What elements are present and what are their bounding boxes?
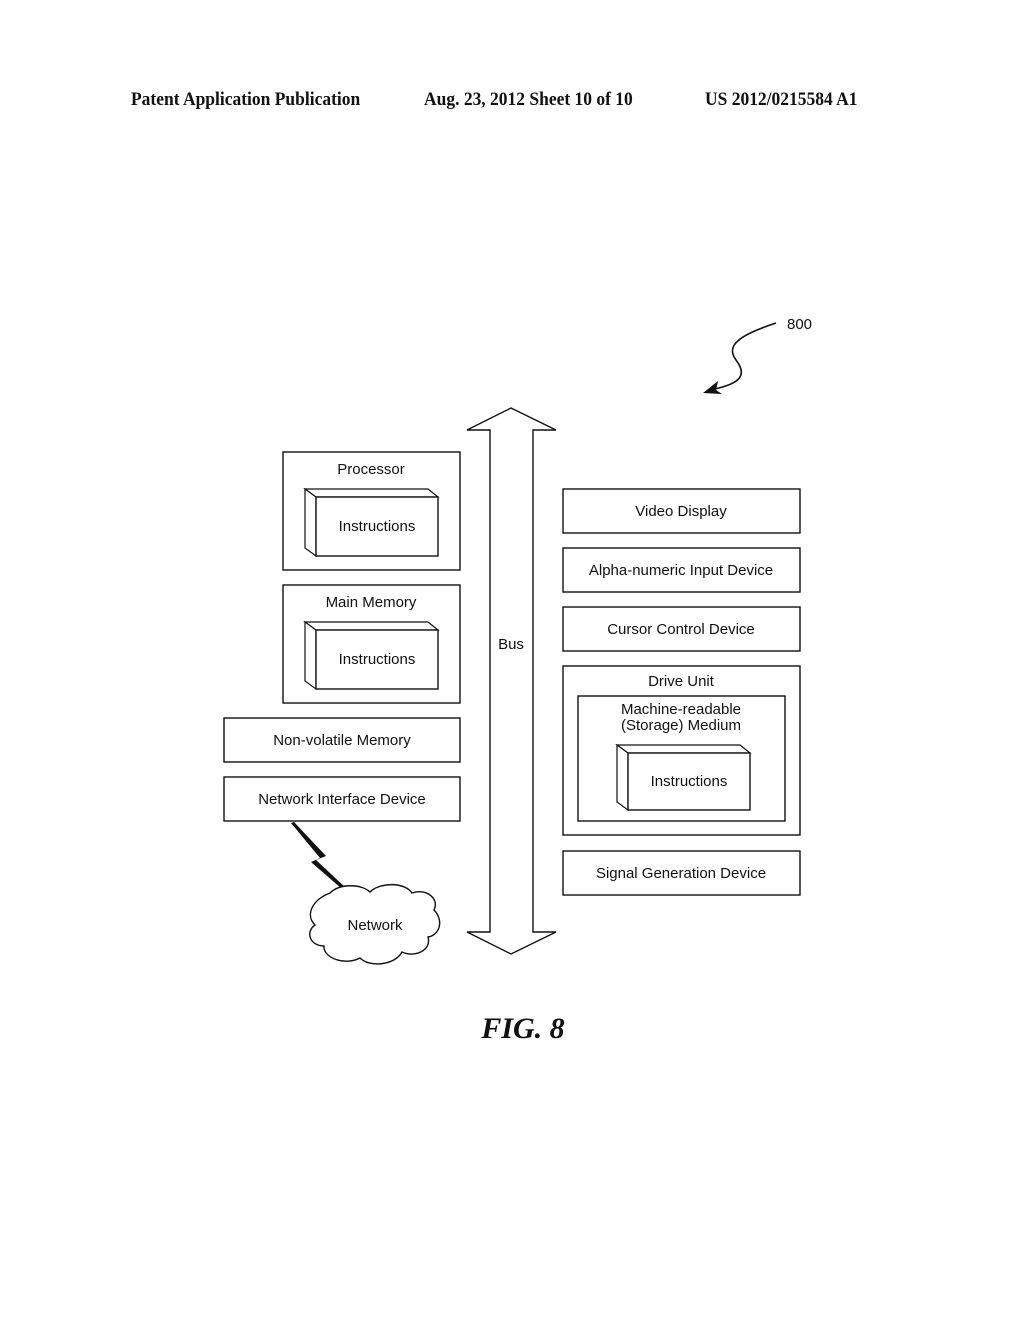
wireless-link-icon [291, 822, 346, 889]
main-memory-box: Main Memory Instructions [282, 584, 461, 704]
processor-instructions-label: Instructions [339, 518, 416, 535]
processor-instructions-block: Instructions [303, 487, 440, 558]
main-memory-instructions-label: Instructions [339, 651, 416, 668]
network-interface-device-label: Network Interface Device [258, 791, 426, 808]
drive-unit-box: Drive Unit Machine-readable (Storage) Me… [562, 665, 801, 836]
signal-generation-device-label: Signal Generation Device [596, 865, 766, 882]
machine-readable-medium-label-line2: (Storage) Medium [621, 717, 741, 734]
main-memory-label: Main Memory [326, 594, 417, 611]
drive-unit-instructions-block: Instructions [615, 743, 752, 812]
bus-arrow [466, 407, 557, 955]
non-volatile-memory-label: Non-volatile Memory [273, 732, 411, 749]
figure-caption: FIG. 8 [480, 1012, 564, 1045]
bus-label: Bus [498, 636, 524, 653]
video-display-label: Video Display [635, 503, 727, 520]
reference-arrow [709, 322, 777, 391]
drive-unit-label: Drive Unit [648, 673, 715, 690]
system-diagram: 800 Bus Processor Instructions Main Memo… [223, 316, 812, 1045]
reference-number: 800 [787, 316, 812, 333]
network-label: Network [347, 917, 403, 934]
machine-readable-medium-label-line1: Machine-readable [621, 701, 741, 718]
cursor-control-device-label: Cursor Control Device [607, 621, 755, 638]
main-memory-instructions-block: Instructions [303, 620, 440, 691]
alpha-numeric-input-device-label: Alpha-numeric Input Device [589, 562, 773, 579]
processor-box: Processor Instructions [282, 451, 461, 571]
processor-label: Processor [337, 461, 405, 478]
drive-unit-instructions-label: Instructions [651, 773, 728, 790]
